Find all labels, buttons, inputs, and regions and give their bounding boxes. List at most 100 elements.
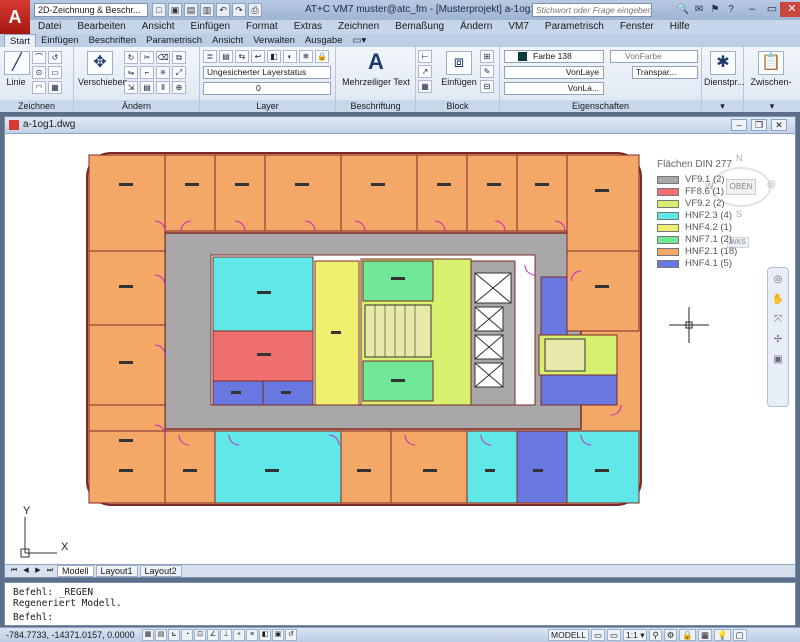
tpy-icon[interactable]: ◧ — [259, 629, 271, 641]
layer-off-icon[interactable]: ◐ — [283, 50, 297, 63]
layout-view-icon[interactable]: ▭ — [607, 629, 622, 641]
osnap-icon[interactable]: ⊡ — [194, 629, 206, 641]
clean-screen-icon[interactable]: ▢ — [732, 629, 747, 641]
circle-icon[interactable]: ⊙ — [32, 66, 46, 79]
grid-icon[interactable]: ▤ — [155, 629, 167, 641]
favorites-icon[interactable]: ⚑ — [708, 3, 722, 17]
tab-minimize[interactable]: ▭▾ — [347, 34, 371, 47]
copy-icon[interactable]: ⧉ — [172, 51, 186, 64]
last-tab-icon[interactable]: ⏭ — [45, 566, 55, 576]
help-search-input[interactable]: Stichwort oder Frage eingeben — [532, 3, 652, 17]
qopen-icon[interactable]: ▣ — [168, 3, 182, 17]
tab-ausgabe[interactable]: Ausgabe — [300, 34, 348, 47]
coordinates-readout[interactable]: -784.7733, -14371.0157, 0.0000 — [6, 630, 135, 640]
mtext-button[interactable]: A Mehrzeiliger Text — [340, 51, 412, 88]
layer-state-select[interactable]: Ungesicherter Layerstatus — [203, 66, 331, 79]
polyline-icon[interactable]: ⌒ — [32, 51, 46, 64]
command-line[interactable]: Befehl: _REGEN Regeneriert Modell. Befeh… — [4, 582, 796, 626]
layer-prev-icon[interactable]: ↩ — [251, 50, 265, 63]
rotate-icon[interactable]: ↻ — [124, 51, 138, 64]
panel-label-zeichnen[interactable]: Zeichnen — [0, 100, 73, 112]
prev-tab-icon[interactable]: ◀ — [21, 566, 31, 576]
menu-zeichnen[interactable]: Zeichnen — [330, 20, 387, 34]
layer-freeze-icon[interactable]: ❄ — [299, 50, 313, 63]
tab-parametrisch[interactable]: Parametrisch — [141, 34, 207, 47]
panel-label-layer[interactable]: Layer — [200, 100, 335, 112]
lwt-icon[interactable]: ≡ — [246, 629, 258, 641]
tab-verwalten[interactable]: Verwalten — [248, 34, 300, 47]
layer-state-icon[interactable]: ▤ — [219, 50, 233, 63]
table-icon[interactable]: ▦ — [418, 80, 432, 93]
menu-einfuegen[interactable]: Einfügen — [183, 20, 238, 34]
tab-layout1[interactable]: Layout1 — [95, 565, 138, 577]
trim-icon[interactable]: ✂ — [140, 51, 154, 64]
quick-view-icon[interactable]: ▭ — [590, 629, 605, 641]
offset-icon[interactable]: ⫴ — [156, 81, 170, 94]
qp-icon[interactable]: ▣ — [272, 629, 284, 641]
hardware-accel-icon[interactable]: ▦ — [697, 629, 712, 641]
orbit-icon[interactable]: ✢ — [770, 332, 786, 348]
close-icon[interactable]: ✕ — [780, 2, 800, 17]
menu-fenster[interactable]: Fenster — [612, 20, 662, 34]
ortho-icon[interactable]: ⊾ — [168, 629, 180, 641]
qsaveas-icon[interactable]: ▥ — [200, 3, 214, 17]
tab-model[interactable]: Modell — [57, 565, 94, 577]
command-prompt[interactable]: Befehl: — [13, 612, 53, 623]
erase-icon[interactable]: ⌫ — [156, 51, 170, 64]
qnew-icon[interactable]: □ — [152, 3, 166, 17]
menu-ansicht[interactable]: Ansicht — [134, 20, 183, 34]
block-attr-icon[interactable]: ⊟ — [480, 80, 494, 93]
undo-icon[interactable]: ↶ — [216, 3, 230, 17]
explode-icon[interactable]: ✳ — [156, 66, 170, 79]
panel-label-aendern[interactable]: Ändern — [74, 100, 199, 112]
menu-format[interactable]: Format — [238, 20, 286, 34]
layer-iso-icon[interactable]: ◧ — [267, 50, 281, 63]
dyn-icon[interactable]: + — [233, 629, 245, 641]
drawing-canvas[interactable]: X Y N OBEN W ◎ S WKS Flächen DIN 277 VF9… — [5, 135, 795, 565]
menu-datei[interactable]: Datei — [30, 20, 69, 34]
zoom-icon[interactable]: ⤧ — [770, 312, 786, 328]
pan-icon[interactable]: ✋ — [770, 292, 786, 308]
workspace-switch-icon[interactable]: ⚙ — [663, 629, 678, 641]
isolate-icon[interactable]: 💡 — [713, 629, 731, 641]
transparency-field[interactable]: Transpar... — [632, 66, 698, 79]
snap-icon[interactable]: ▦ — [142, 629, 154, 641]
tab-beschriften[interactable]: Beschriften — [84, 34, 142, 47]
doc-close-icon[interactable]: ✕ — [771, 119, 787, 131]
line-button[interactable]: ╱ Linie — [4, 51, 30, 87]
model-space-toggle[interactable]: MODELL — [548, 629, 589, 641]
menu-vm7[interactable]: VM7 — [500, 20, 537, 34]
viewcube-e-icon[interactable]: ◎ — [767, 179, 776, 190]
annotation-scale[interactable]: 1:1 ▾ — [623, 629, 648, 641]
scale-icon[interactable]: ⤢ — [172, 66, 186, 79]
workspace-select[interactable]: 2D-Zeichnung & Beschr... — [34, 3, 148, 17]
layer-match-icon[interactable]: ⇆ — [235, 50, 249, 63]
tab-start[interactable]: Start — [4, 34, 37, 47]
showmotion-icon[interactable]: ▣ — [770, 352, 786, 368]
undo-small-icon[interactable]: ↺ — [48, 51, 62, 64]
annotation-visibility-icon[interactable]: ⚲ — [649, 629, 662, 641]
panel-label-utilities[interactable]: ▾ — [702, 100, 743, 112]
redo-icon[interactable]: ↷ — [232, 3, 246, 17]
app-menu-button[interactable]: A — [0, 0, 30, 34]
panel-label-eigenschaften[interactable]: Eigenschaften — [500, 100, 701, 112]
menu-aendern[interactable]: Ändern — [452, 20, 500, 34]
move-button[interactable]: ✥ Verschieben — [78, 51, 128, 87]
block-create-icon[interactable]: ⊞ — [480, 50, 494, 63]
block-edit-icon[interactable]: ✎ — [480, 65, 494, 78]
leader-icon[interactable]: ↗ — [418, 65, 432, 78]
menu-hilfe[interactable]: Hilfe — [662, 20, 698, 34]
mirror-icon[interactable]: ⇋ — [124, 66, 138, 79]
tab-layout2[interactable]: Layout2 — [139, 565, 182, 577]
steering-wheel-icon[interactable]: ◎ — [770, 272, 786, 288]
menu-extras[interactable]: Extras — [286, 20, 330, 34]
layer-props-icon[interactable]: ≣ — [203, 50, 217, 63]
first-tab-icon[interactable]: ⏮ — [9, 566, 19, 576]
polar-icon[interactable]: ◔ — [181, 629, 193, 641]
menu-bemassung[interactable]: Bemaßung — [387, 20, 452, 34]
linetype-select[interactable]: VonLaye — [504, 66, 604, 79]
dim-icon[interactable]: ⊢ — [418, 50, 432, 63]
next-tab-icon[interactable]: ▶ — [33, 566, 43, 576]
menu-parametrisch[interactable]: Parametrisch — [537, 20, 612, 34]
fillet-icon[interactable]: ⌐ — [140, 66, 154, 79]
